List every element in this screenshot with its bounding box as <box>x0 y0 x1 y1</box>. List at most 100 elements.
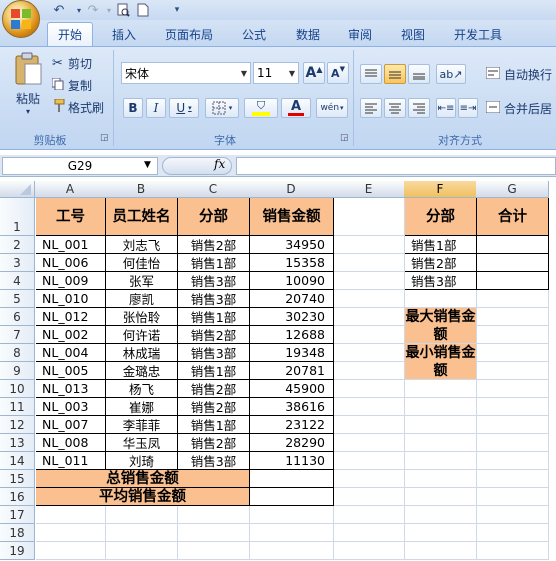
id-cell[interactable]: NL_007 <box>36 416 106 434</box>
grid-cell[interactable] <box>334 506 405 524</box>
grid-cell[interactable] <box>477 470 549 488</box>
id-cell[interactable]: NL_001 <box>36 236 106 254</box>
grid-cell[interactable] <box>334 362 405 380</box>
dept-cell[interactable]: 销售1部 <box>178 416 250 434</box>
tab-formulas[interactable]: 公式 <box>234 22 274 46</box>
average-value-cell[interactable] <box>250 488 334 506</box>
grow-font-button[interactable]: A ▲ <box>303 62 325 84</box>
formula-input[interactable] <box>236 157 556 175</box>
amount-cell[interactable]: 11130 <box>250 452 334 470</box>
phonetic-guide-button[interactable]: wén ▾ <box>316 98 348 118</box>
grid-cell[interactable] <box>405 398 477 416</box>
amount-cell[interactable]: 38616 <box>250 398 334 416</box>
id-cell[interactable]: NL_010 <box>36 290 106 308</box>
id-cell[interactable]: NL_013 <box>36 380 106 398</box>
name-cell[interactable]: 刘志飞 <box>106 236 178 254</box>
fill-color-button[interactable]: ⛉ <box>244 98 278 118</box>
row-header-16[interactable]: 16 <box>0 488 35 506</box>
tab-developer[interactable]: 开发工具 <box>448 22 508 46</box>
summary-dept-cell[interactable]: 销售3部 <box>405 272 477 290</box>
undo-icon[interactable]: ↶ <box>50 2 68 18</box>
amount-cell[interactable]: 30230 <box>250 308 334 326</box>
grid-cell[interactable] <box>334 452 405 470</box>
clipboard-launcher-icon[interactable]: ◲ <box>100 133 109 143</box>
grid-cell[interactable] <box>178 542 250 560</box>
name-cell[interactable]: 金璐忠 <box>106 362 178 380</box>
row-header-8[interactable]: 8 <box>0 344 35 362</box>
name-cell[interactable]: 崔娜 <box>106 398 178 416</box>
grid-cell[interactable] <box>334 236 405 254</box>
office-button[interactable] <box>2 0 40 38</box>
name-cell[interactable]: 张军 <box>106 272 178 290</box>
name-cell[interactable]: 廖凯 <box>106 290 178 308</box>
amount-cell[interactable]: 15358 <box>250 254 334 272</box>
underline-button[interactable]: U ▾ <box>169 98 199 118</box>
header-cell-c[interactable]: 分部 <box>178 198 250 236</box>
dept-cell[interactable]: 销售3部 <box>178 344 250 362</box>
average-label-cell[interactable]: 平均销售金额 <box>36 488 250 506</box>
dept-cell[interactable]: 销售1部 <box>178 254 250 272</box>
align-top-button[interactable] <box>360 64 382 84</box>
tab-view[interactable]: 视图 <box>393 22 433 46</box>
customize-qat-icon[interactable]: ▾ <box>168 2 186 18</box>
row-header-11[interactable]: 11 <box>0 398 35 416</box>
grid-cell[interactable] <box>334 416 405 434</box>
bold-button[interactable]: B <box>123 98 143 118</box>
grid-cell[interactable] <box>405 380 477 398</box>
name-cell[interactable]: 何佳怡 <box>106 254 178 272</box>
tab-home[interactable]: 开始 <box>47 22 93 46</box>
grid-cell[interactable] <box>405 524 477 542</box>
grid-cell[interactable] <box>250 506 334 524</box>
dept-cell[interactable]: 销售2部 <box>178 398 250 416</box>
grid-cell[interactable] <box>477 308 549 326</box>
dept-cell[interactable]: 销售3部 <box>178 452 250 470</box>
select-all-button[interactable] <box>0 181 35 198</box>
decrease-indent-button[interactable]: ⇤≡ <box>436 98 456 118</box>
id-cell[interactable]: NL_011 <box>36 452 106 470</box>
dept-cell[interactable]: 销售1部 <box>178 308 250 326</box>
dept-cell[interactable]: 销售2部 <box>178 236 250 254</box>
name-cell[interactable]: 华玉凤 <box>106 434 178 452</box>
id-cell[interactable]: NL_006 <box>36 254 106 272</box>
new-document-icon[interactable] <box>134 2 152 18</box>
grid-cell[interactable] <box>178 524 250 542</box>
name-cell[interactable]: 何许诺 <box>106 326 178 344</box>
summary-total-cell[interactable] <box>477 236 549 254</box>
id-cell[interactable]: NL_012 <box>36 308 106 326</box>
total-value-cell[interactable] <box>250 470 334 488</box>
column-header-a[interactable]: A <box>35 181 106 198</box>
grid-cell[interactable] <box>36 524 106 542</box>
grid-cell[interactable] <box>477 506 549 524</box>
grid-cell[interactable] <box>477 344 549 362</box>
align-right-button[interactable] <box>408 98 430 118</box>
grid-cell[interactable] <box>334 272 405 290</box>
copy-button[interactable]: 复制 <box>51 76 92 94</box>
print-preview-icon[interactable] <box>114 2 132 18</box>
grid-cell[interactable] <box>178 506 250 524</box>
row-header-9[interactable]: 9 <box>0 362 35 380</box>
dept-cell[interactable]: 销售2部 <box>178 434 250 452</box>
name-box[interactable]: G29 <box>2 157 158 175</box>
grid-cell[interactable] <box>477 398 549 416</box>
grid-cell[interactable] <box>477 362 549 380</box>
align-center-button[interactable] <box>384 98 406 118</box>
id-cell[interactable]: NL_003 <box>36 398 106 416</box>
orientation-button[interactable]: ab↗ <box>436 64 466 84</box>
id-cell[interactable]: NL_005 <box>36 362 106 380</box>
grid-cell[interactable] <box>36 542 106 560</box>
cut-button[interactable]: ✂ 剪切 <box>52 54 92 72</box>
column-header-c[interactable]: C <box>177 181 250 198</box>
column-header-e[interactable]: E <box>333 181 405 198</box>
column-header-g[interactable]: G <box>476 181 549 198</box>
grid-cell[interactable] <box>477 326 549 344</box>
amount-cell[interactable]: 34950 <box>250 236 334 254</box>
row-header-10[interactable]: 10 <box>0 380 35 398</box>
row-header-19[interactable]: 19 <box>0 542 35 560</box>
amount-cell[interactable]: 19348 <box>250 344 334 362</box>
row-header-6[interactable]: 6 <box>0 308 35 326</box>
summary-dept-cell[interactable]: 销售2部 <box>405 254 477 272</box>
grid-cell[interactable] <box>334 434 405 452</box>
name-cell[interactable]: 李菲菲 <box>106 416 178 434</box>
row-header-4[interactable]: 4 <box>0 272 35 290</box>
row-header-17[interactable]: 17 <box>0 506 35 524</box>
